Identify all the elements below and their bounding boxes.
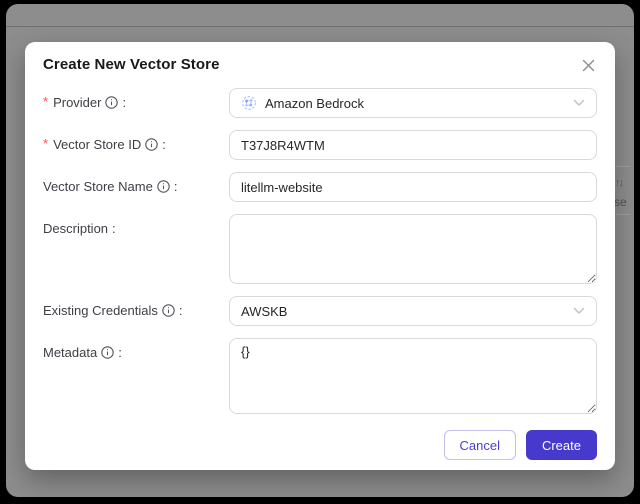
vector-store-id-label: * Vector Store ID : xyxy=(43,136,166,152)
description-label: Description : xyxy=(43,221,116,236)
info-icon[interactable] xyxy=(145,138,158,151)
cancel-button[interactable]: Cancel xyxy=(443,430,516,460)
info-icon[interactable] xyxy=(157,180,170,193)
vector-store-name-input[interactable] xyxy=(229,172,597,202)
provider-row: * Provider : Amazon Bedrock xyxy=(43,88,597,118)
info-icon[interactable] xyxy=(101,346,114,359)
chevron-down-icon xyxy=(573,99,585,107)
info-icon[interactable] xyxy=(162,304,175,317)
existing-credentials-select-value: AWSKB xyxy=(241,303,288,319)
vector-store-id-input[interactable] xyxy=(229,130,597,160)
metadata-label: Metadata : xyxy=(43,345,122,360)
close-icon[interactable] xyxy=(580,57,597,74)
description-row: Description : xyxy=(43,214,597,284)
existing-credentials-label: Existing Credentials : xyxy=(43,303,183,318)
vector-store-name-label: Vector Store Name : xyxy=(43,179,178,194)
metadata-textarea[interactable]: {} xyxy=(229,338,597,414)
metadata-row: Metadata : {} xyxy=(43,338,597,414)
modal-title: Create New Vector Store xyxy=(43,56,220,73)
sort-icon: ↑↓ xyxy=(615,177,624,189)
description-textarea[interactable] xyxy=(229,214,597,284)
background-header-divider xyxy=(6,26,634,27)
vector-store-name-row: Vector Store Name : xyxy=(43,172,597,202)
modal-footer: Cancel Create xyxy=(43,430,597,460)
bedrock-logo-icon xyxy=(241,95,257,111)
modal-header: Create New Vector Store xyxy=(43,56,597,74)
required-marker: * xyxy=(43,136,49,151)
create-vector-store-modal: Create New Vector Store * Provider : Ama… xyxy=(25,42,615,470)
vector-store-id-row: * Vector Store ID : xyxy=(43,130,597,160)
existing-credentials-select[interactable]: AWSKB xyxy=(229,296,597,326)
required-marker: * xyxy=(43,94,49,109)
info-icon[interactable] xyxy=(105,96,119,109)
existing-credentials-row: Existing Credentials : AWSKB xyxy=(43,296,597,326)
provider-label: * Provider : xyxy=(43,94,127,110)
background-partial-text: se xyxy=(614,195,627,209)
provider-select[interactable]: Amazon Bedrock xyxy=(229,88,597,118)
chevron-down-icon xyxy=(573,307,585,315)
provider-select-value: Amazon Bedrock xyxy=(265,95,364,111)
create-button[interactable]: Create xyxy=(525,430,597,460)
